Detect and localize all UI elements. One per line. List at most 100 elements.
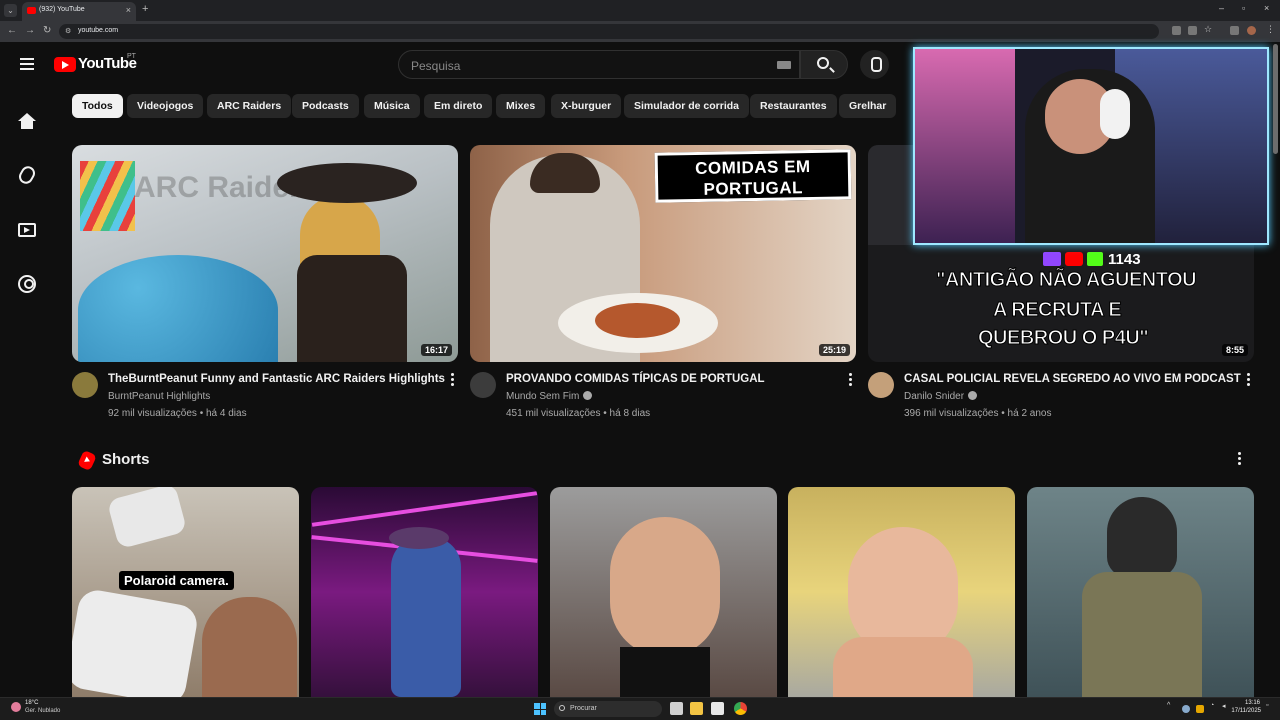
character-body-image xyxy=(297,255,407,362)
short-item[interactable] xyxy=(1027,487,1254,697)
taskbar-search[interactable]: Procurar xyxy=(554,701,662,717)
clock-date[interactable]: 17/11/2025 xyxy=(1225,708,1261,714)
site-info-icon[interactable]: ⚙ xyxy=(65,27,71,35)
window-close-icon[interactable]: × xyxy=(1264,3,1269,13)
short-item[interactable] xyxy=(788,487,1015,697)
video-thumbnail-2[interactable]: COMIDAS EM PORTUGAL 25:19 xyxy=(470,145,856,362)
short-item[interactable] xyxy=(311,487,538,697)
weather-temperature[interactable]: 18°C xyxy=(25,700,38,706)
shorts-logo-icon xyxy=(77,449,97,472)
maximize-icon[interactable]: ▫ xyxy=(1242,3,1245,13)
channel-name-text: Mundo Sem Fim xyxy=(506,391,580,402)
shorts-icon[interactable] xyxy=(16,163,38,187)
chip-x-burguer[interactable]: X-burguer xyxy=(551,94,622,118)
chip-videogames[interactable]: Videojogos xyxy=(127,94,204,118)
video-menu-icon[interactable] xyxy=(1245,373,1251,389)
video-title[interactable]: PROVANDO COMIDAS TÍPICAS DE PORTUGAL xyxy=(506,373,765,385)
tray-app-icon[interactable] xyxy=(1182,705,1190,713)
woman-face-image xyxy=(610,517,720,657)
country-code: PT xyxy=(127,53,136,60)
chip-all[interactable]: Todos xyxy=(72,94,123,118)
browser-tab[interactable]: (932) YouTube × xyxy=(22,2,136,21)
search-icon xyxy=(817,57,829,69)
chip-grill[interactable]: Grelhar xyxy=(839,94,897,118)
chip-arc-raiders[interactable]: ARC Raiders xyxy=(207,94,292,118)
video-meta: 92 mil visualizações • há 4 dias xyxy=(108,408,247,419)
file-explorer-icon[interactable] xyxy=(690,702,703,715)
bookmark-star-icon[interactable]: ☆ xyxy=(1204,24,1213,34)
video-menu-icon[interactable] xyxy=(449,373,455,389)
twitch-icon xyxy=(1043,252,1061,266)
chrome-icon[interactable] xyxy=(734,702,747,715)
video-title[interactable]: TheBurntPeanut Funny and Fantastic ARC R… xyxy=(108,373,445,385)
verified-badge-icon xyxy=(583,391,593,400)
short-item[interactable]: Polaroid camera. xyxy=(72,487,299,697)
channel-avatar[interactable] xyxy=(470,372,496,398)
youtube-small-icon xyxy=(1065,252,1083,266)
voice-search-mic-icon[interactable] xyxy=(860,50,889,79)
network-icon[interactable]: ◔ xyxy=(1210,702,1214,709)
search-input[interactable]: Pesquisa xyxy=(398,50,800,79)
channel-name[interactable]: Mundo Sem Fim xyxy=(506,391,593,402)
keyboard-icon[interactable] xyxy=(777,61,791,69)
helmet-image xyxy=(1107,497,1177,577)
channel-avatar[interactable] xyxy=(868,372,894,398)
tab-search-icon[interactable]: ⌄ xyxy=(4,4,17,17)
back-icon[interactable]: ← xyxy=(7,25,17,36)
windows-start-icon[interactable] xyxy=(534,703,546,715)
subscriptions-icon[interactable] xyxy=(18,223,36,237)
notifications-icon[interactable]: ▫ xyxy=(1266,702,1268,709)
channel-avatar[interactable] xyxy=(72,372,98,398)
performer-image xyxy=(391,537,461,697)
video-duration: 16:17 xyxy=(420,344,452,356)
short-item[interactable] xyxy=(550,487,777,697)
polaroid-camera-image xyxy=(106,487,188,550)
guide-menu-icon[interactable] xyxy=(20,58,34,70)
chip-live[interactable]: Em direto xyxy=(424,94,493,118)
store-icon[interactable] xyxy=(711,702,724,715)
cast-icon[interactable] xyxy=(1172,26,1181,35)
reload-icon[interactable]: ↻ xyxy=(43,25,51,36)
windows-taskbar: 18°C Ger. Nublado Procurar ^ ◔ ◂ 13:16 1… xyxy=(0,697,1280,720)
video-meta: 451 mil visualizações • há 8 dias xyxy=(506,408,651,419)
address-bar[interactable]: ⚙ youtube.com xyxy=(59,24,1159,39)
zoom-icon[interactable] xyxy=(1188,26,1197,35)
shorts-section-title: Shorts xyxy=(102,451,150,468)
cereal-pile-image xyxy=(78,255,278,362)
chip-mixes[interactable]: Mixes xyxy=(496,94,546,118)
stage-truss-image xyxy=(311,491,538,527)
chip-podcasts[interactable]: Podcasts xyxy=(292,94,359,118)
shorts-menu-icon[interactable] xyxy=(1236,452,1242,468)
tray-overflow-icon[interactable]: ^ xyxy=(1167,702,1170,709)
tab-close-icon[interactable]: × xyxy=(126,5,131,15)
browser-tab-bar: ⌄ (932) YouTube × + – ▫ × xyxy=(0,0,1280,21)
youtube-logo-icon[interactable] xyxy=(54,57,76,72)
video-thumbnail-1[interactable]: ARC Raiders 16:17 xyxy=(72,145,458,362)
new-tab-icon[interactable]: + xyxy=(142,3,148,15)
chip-restaurants[interactable]: Restaurantes xyxy=(750,94,837,118)
tray-app-icon[interactable] xyxy=(1196,705,1204,713)
search-button[interactable] xyxy=(800,50,848,79)
forward-icon[interactable]: → xyxy=(25,25,35,36)
video-menu-icon[interactable] xyxy=(847,373,853,389)
profile-avatar[interactable] xyxy=(1247,26,1256,35)
browser-menu-icon[interactable]: ⋮ xyxy=(1266,24,1275,34)
weather-summary[interactable]: Ger. Nublado xyxy=(25,708,60,714)
task-view-icon[interactable] xyxy=(670,702,683,715)
chip-music[interactable]: Música xyxy=(364,94,420,118)
channel-name[interactable]: Danilo Snider xyxy=(904,391,978,402)
thumb-line-3: QUEBROU O P4U" xyxy=(977,327,1149,350)
chip-racing-sim[interactable]: Simulador de corrida xyxy=(624,94,750,118)
page-scrollbar[interactable] xyxy=(1273,44,1278,154)
food-image xyxy=(595,303,680,338)
arc-raiders-logo xyxy=(80,161,135,231)
you-profile-icon[interactable] xyxy=(18,275,36,293)
extensions-icon[interactable] xyxy=(1230,26,1239,35)
minimize-icon[interactable]: – xyxy=(1219,3,1224,13)
weather-icon[interactable] xyxy=(11,702,21,712)
video-title[interactable]: CASAL POLICIAL REVELA SEGREDO AO VIVO EM… xyxy=(904,373,1241,385)
kick-icon xyxy=(1087,252,1103,266)
channel-name[interactable]: BurntPeanut Highlights xyxy=(108,391,210,402)
clock-time[interactable]: 13:16 xyxy=(1236,700,1260,706)
home-icon[interactable] xyxy=(18,113,36,131)
